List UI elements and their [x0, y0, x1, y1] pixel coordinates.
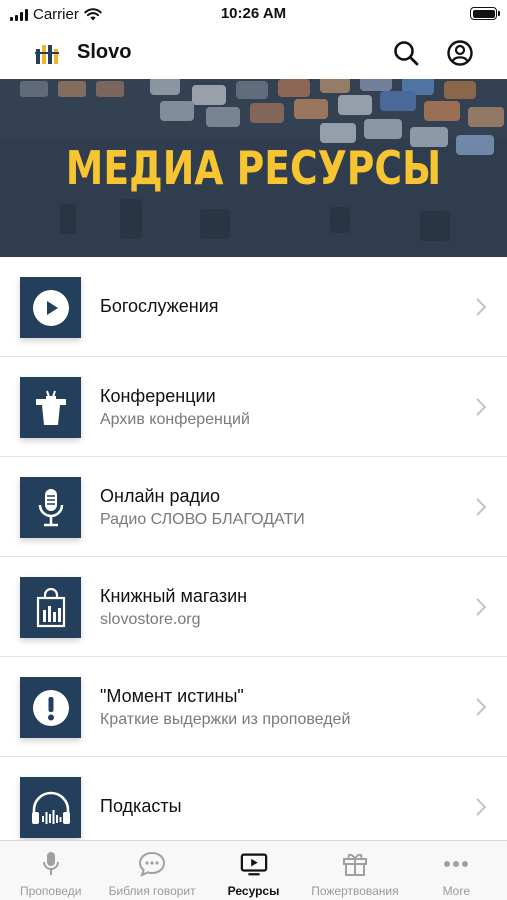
chevron-right-icon — [476, 798, 487, 816]
tab-sermons[interactable]: Проповеди — [0, 841, 101, 900]
app-logo-icon — [35, 45, 59, 64]
status-bar: Carrier 10:26 AM — [0, 0, 507, 28]
item-icon-tile — [20, 677, 81, 738]
exclamation-icon — [32, 689, 69, 726]
item-subtitle: slovostore.org — [100, 611, 201, 628]
search-icon — [394, 41, 419, 66]
item-title: Богослужения — [100, 296, 219, 316]
tv-play-icon — [240, 853, 267, 876]
chat-bubble-icon — [139, 851, 166, 877]
gift-icon — [342, 853, 367, 876]
battery-icon — [470, 7, 500, 20]
status-time: 10:26 AM — [220, 5, 287, 22]
tab-label: Проповеди — [19, 884, 82, 898]
item-title: Подкасты — [100, 796, 182, 816]
tab-more[interactable]: More — [406, 841, 507, 900]
item-icon-tile — [20, 577, 81, 638]
resources-list: Богослужения Конференции Архив конференц… — [0, 257, 507, 857]
chevron-right-icon — [476, 598, 487, 616]
account-icon — [447, 40, 473, 66]
item-subtitle: Архив конференций — [100, 411, 250, 428]
list-item-bookstore[interactable]: Книжный магазин slovostore.org — [0, 557, 507, 657]
media-resources-banner: МЕДИА РЕСУРСЫ — [0, 79, 507, 257]
item-icon-tile — [20, 777, 81, 838]
list-item-conferences[interactable]: Конференции Архив конференций — [0, 357, 507, 457]
tab-label: Ресурсы — [227, 884, 280, 898]
list-item-moment-of-truth[interactable]: "Момент истины" Краткие выдержки из проп… — [0, 657, 507, 757]
chevron-right-icon — [476, 298, 487, 316]
search-button[interactable] — [391, 38, 421, 68]
item-title: Онлайн радио — [100, 486, 221, 506]
item-subtitle: Радио СЛОВО БЛАГОДАТИ — [100, 511, 305, 528]
banner-title: МЕДИА РЕСУРСЫ — [65, 141, 442, 195]
app-title: Slovo — [77, 41, 132, 63]
app-header: Slovo — [0, 28, 507, 78]
chevron-right-icon — [476, 698, 487, 716]
headphones-icon — [31, 791, 70, 824]
item-title: "Момент истины" — [100, 686, 244, 706]
microphone-icon — [42, 852, 59, 875]
tab-resources[interactable]: Ресурсы — [203, 841, 304, 900]
tab-label: Библия говорит — [108, 884, 196, 898]
bottom-tab-bar: Проповеди Библия говорит Ресурсы Пожертв… — [0, 840, 507, 900]
chevron-right-icon — [476, 398, 487, 416]
profile-button[interactable] — [445, 38, 475, 68]
item-title: Конференции — [100, 386, 216, 406]
more-dots-icon — [444, 861, 469, 867]
list-item-online-radio[interactable]: Онлайн радио Радио СЛОВО БЛАГОДАТИ — [0, 457, 507, 557]
shopping-bag-icon — [36, 587, 65, 627]
tab-bible-speaks[interactable]: Библия говорит — [101, 841, 202, 900]
item-title: Книжный магазин — [100, 586, 248, 606]
tab-label: Пожертвования — [311, 884, 399, 898]
microphone-icon — [38, 488, 63, 526]
podium-icon — [35, 390, 66, 425]
list-item-services[interactable]: Богослужения — [0, 257, 507, 357]
item-subtitle: Краткие выдержки из проповедей — [100, 711, 351, 728]
tab-donations[interactable]: Пожертвования — [304, 841, 405, 900]
item-icon-tile — [20, 377, 81, 438]
play-icon — [32, 289, 69, 326]
item-icon-tile — [20, 477, 81, 538]
chevron-right-icon — [476, 498, 487, 516]
tab-label: More — [442, 884, 470, 898]
item-icon-tile — [20, 277, 81, 338]
